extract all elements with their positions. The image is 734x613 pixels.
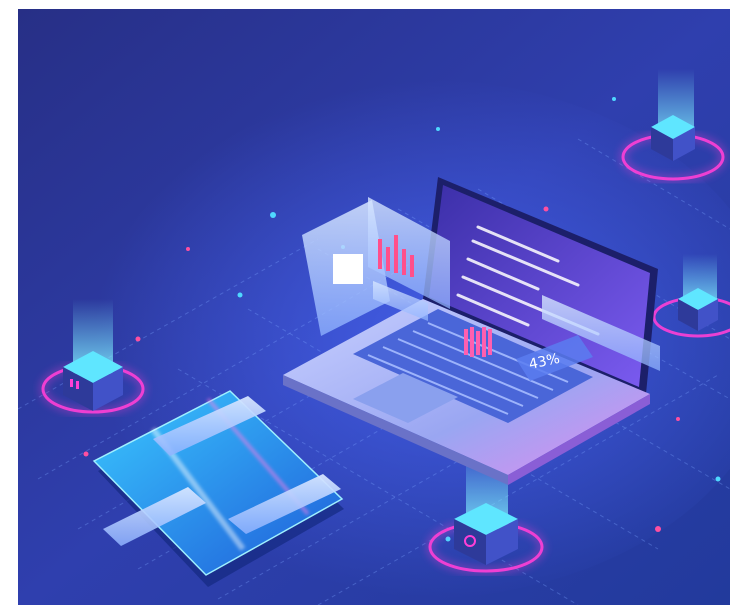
isometric-network-illustration: 43%: [18, 9, 730, 605]
